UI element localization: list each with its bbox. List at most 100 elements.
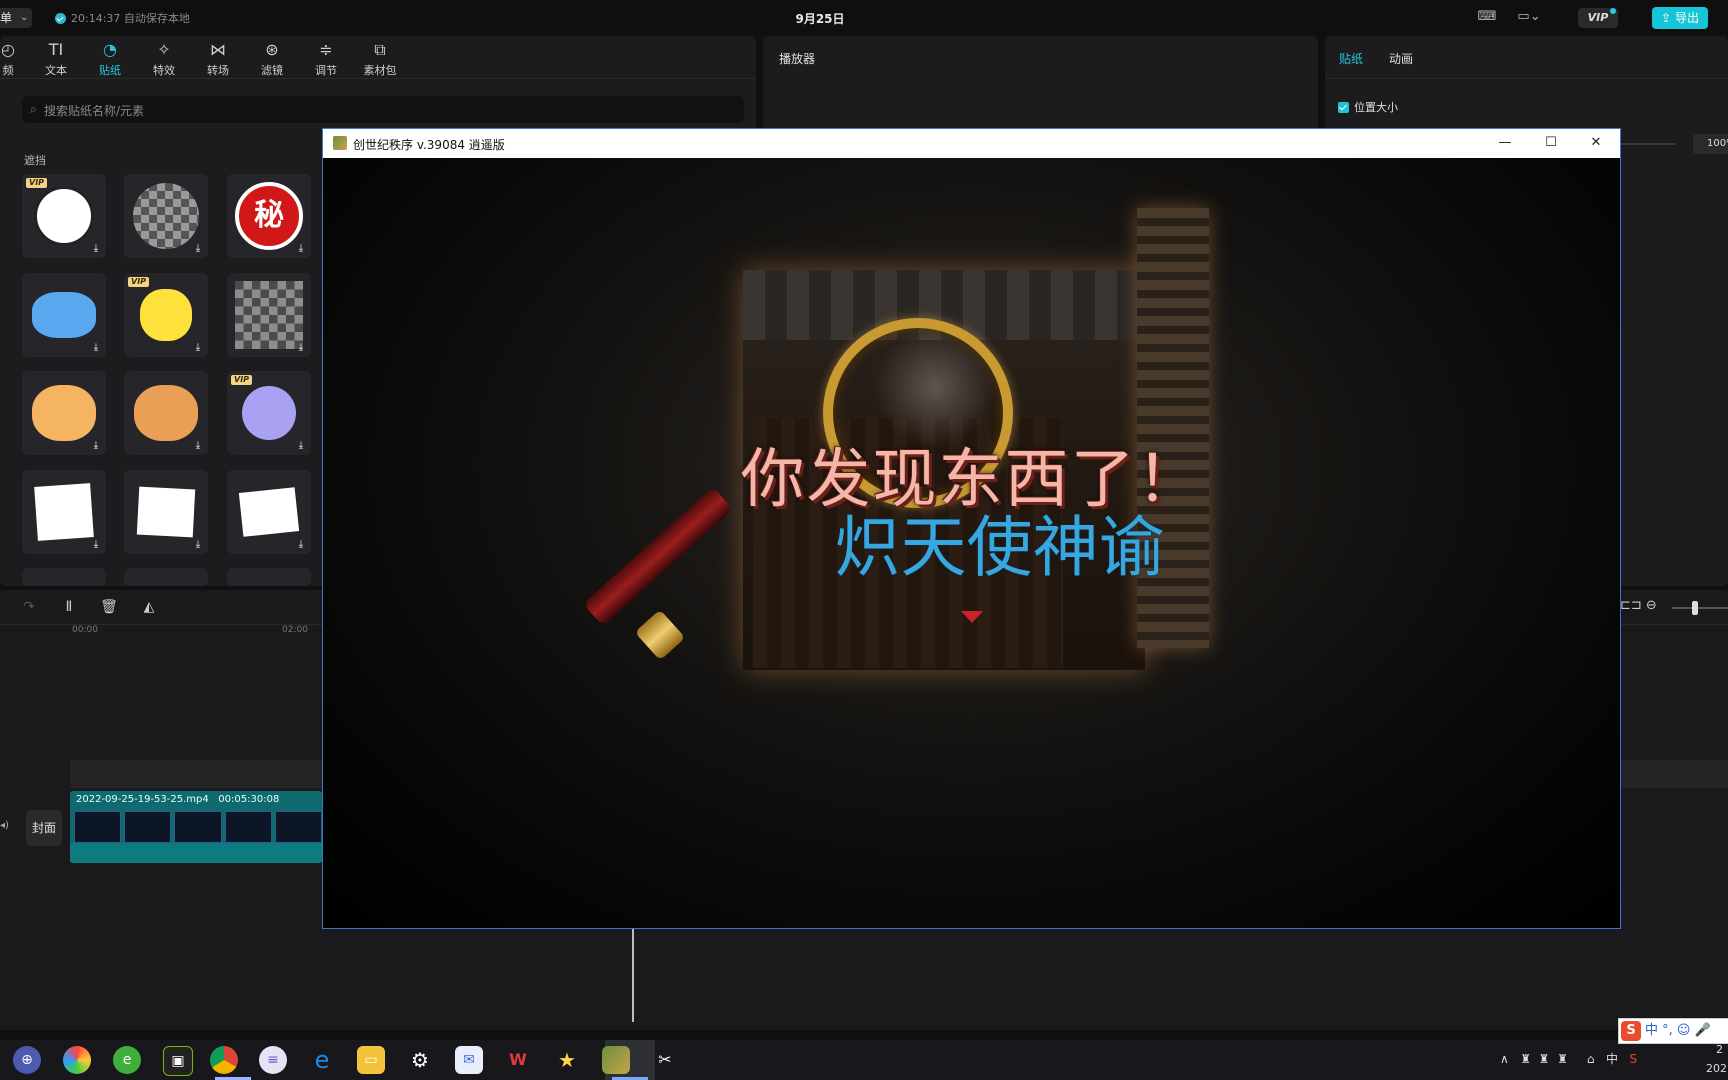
tab-animation[interactable]: 动画 xyxy=(1389,50,1413,67)
zoom-slider-knob[interactable] xyxy=(1692,601,1698,615)
settings-icon[interactable]: ⚙ xyxy=(406,1046,434,1074)
app-blue-icon[interactable]: ⊕ xyxy=(13,1046,41,1074)
sticker-search-input[interactable]: ⌕ 搜索贴纸名称/元素 xyxy=(22,96,744,123)
wps-icon[interactable]: W xyxy=(504,1046,532,1074)
playhead[interactable] xyxy=(632,928,634,1022)
tool-text[interactable]: TI 文本 xyxy=(34,40,78,78)
download-icon[interactable]: ⤓ xyxy=(193,441,203,451)
photos-icon[interactable] xyxy=(63,1046,91,1074)
check-circle-icon xyxy=(55,13,66,24)
vip-badge[interactable]: VIP xyxy=(1578,8,1618,28)
notes-icon[interactable]: ≡ xyxy=(259,1046,287,1074)
download-icon[interactable]: ⤓ xyxy=(296,540,306,550)
download-icon[interactable]: ⤓ xyxy=(91,343,101,353)
speaker-icon[interactable]: ◂) xyxy=(0,820,9,831)
file-explorer-icon[interactable]: ▭ xyxy=(357,1046,385,1074)
download-icon[interactable]: ⤓ xyxy=(91,441,101,451)
adjust-icon: ≑ xyxy=(319,40,333,59)
mosaic-circle-sticker xyxy=(133,183,199,249)
star-game-icon[interactable]: ★ xyxy=(553,1046,581,1074)
capcut-icon[interactable]: ✂ xyxy=(651,1046,679,1074)
download-icon[interactable]: ⤓ xyxy=(91,540,101,550)
tool-material-pack[interactable]: ⧉ 素材包 xyxy=(358,40,402,78)
download-icon[interactable]: ⤓ xyxy=(296,343,306,353)
sticker-tile[interactable] xyxy=(124,568,208,586)
split-icon[interactable]: Ⅱ xyxy=(60,598,78,616)
menu-button[interactable]: 单 ⌄ xyxy=(0,8,32,28)
tool-transition[interactable]: ⋈ 转场 xyxy=(196,40,240,78)
tool-effects[interactable]: ✧ 特效 xyxy=(142,40,186,78)
category-label: 遮挡 xyxy=(24,154,46,167)
found-item-name: 炽天使神谕 xyxy=(834,509,1165,586)
redo-icon[interactable]: ↷ xyxy=(20,598,38,616)
sticker-tile[interactable]: VIP ⤓ xyxy=(22,174,106,258)
snap-icon[interactable]: ⊏⊐ ⊖ xyxy=(1620,598,1657,613)
chrome-icon[interactable] xyxy=(210,1046,238,1074)
sticker-tile[interactable]: VIP ⤓ xyxy=(124,273,208,357)
download-icon[interactable]: ⤓ xyxy=(296,441,306,451)
game-icon[interactable] xyxy=(602,1046,630,1074)
game-scene[interactable]: 你发现东西了！ 炽天使神谕 xyxy=(323,158,1620,928)
sticker-tile[interactable]: VIP ⤓ xyxy=(227,371,311,455)
tool-filter[interactable]: ⊛ 滤镜 xyxy=(250,40,294,78)
tray-app-icon[interactable]: ♜ xyxy=(1520,1052,1531,1066)
sticker-tile[interactable] xyxy=(227,568,311,586)
mail-icon[interactable]: ✉ xyxy=(455,1046,483,1074)
download-icon[interactable]: ⤓ xyxy=(296,244,306,254)
maximize-button[interactable]: ☐ xyxy=(1531,132,1571,154)
tool-label: 频 xyxy=(2,64,14,77)
position-size-toggle[interactable]: 位置大小 xyxy=(1338,99,1398,115)
timeline-zoom-slider[interactable] xyxy=(1672,607,1728,609)
tray-language[interactable]: 中 xyxy=(1606,1052,1618,1066)
system-tray[interactable]: ∧ ♜ ♜ ♜ ⌂ 中 S xyxy=(1500,1050,1637,1067)
cover-button[interactable]: 封面 xyxy=(26,810,62,846)
sticker-tile[interactable]: ⤓ xyxy=(124,174,208,258)
tray-app-icon[interactable]: ♜ xyxy=(1539,1052,1550,1066)
clock-date[interactable]: 202 xyxy=(1706,1062,1727,1075)
chevron-up-icon[interactable]: ∧ xyxy=(1500,1052,1509,1066)
download-icon[interactable]: ⤓ xyxy=(193,244,203,254)
scale-value-input[interactable]: 100% xyxy=(1693,134,1728,154)
ime-toolbar[interactable]: S中 °, ☺ 🎤 xyxy=(1618,1018,1728,1044)
search-placeholder: 搜索贴纸名称/元素 xyxy=(44,104,145,118)
tray-app-icon[interactable]: ♜ xyxy=(1557,1052,1568,1066)
sticker-tile[interactable] xyxy=(22,568,106,586)
tool-sticker[interactable]: ◔ 贴纸 xyxy=(88,40,132,78)
clock-time[interactable]: 2 xyxy=(1716,1043,1723,1056)
video-clip[interactable]: 2022-09-25-19-53-25.mp4 00:05:30:08 xyxy=(70,791,322,863)
network-icon[interactable]: ⌂ xyxy=(1587,1052,1595,1066)
continue-arrow-icon[interactable] xyxy=(961,611,983,623)
sticker-tile[interactable]: ⤓ xyxy=(22,273,106,357)
layout-icon[interactable]: ▭⌄ xyxy=(1514,9,1544,25)
export-button[interactable]: ⇪ 导出 xyxy=(1652,7,1708,29)
tool-adjust[interactable]: ≑ 调节 xyxy=(304,40,348,78)
vip-tag: VIP xyxy=(26,178,48,188)
download-icon[interactable]: ⤓ xyxy=(91,244,101,254)
sticker-tile[interactable]: 秘 ⤓ xyxy=(227,174,311,258)
tab-sticker[interactable]: 贴纸 xyxy=(1339,50,1363,67)
nvidia-icon[interactable]: ▣ xyxy=(163,1046,193,1076)
delete-icon[interactable]: 🗑 xyxy=(100,598,118,616)
game-window[interactable]: 创世纪秩序 v.39084 逍遥版 — ☐ ✕ 你发现东西了！ 炽天使神谕 xyxy=(322,128,1621,929)
autosave-text: 20:14:37 自动保存本地 xyxy=(71,12,190,25)
ruler-tick: 00:00 xyxy=(72,625,98,635)
minimize-button[interactable]: — xyxy=(1485,132,1525,154)
keyboard-icon[interactable]: ⌨ xyxy=(1477,9,1497,25)
sticker-tile[interactable]: ⤓ xyxy=(124,371,208,455)
sticker-tile[interactable]: ⤓ xyxy=(227,470,311,554)
close-button[interactable]: ✕ xyxy=(1576,132,1616,154)
360-browser-icon[interactable]: e xyxy=(113,1046,141,1074)
mirror-icon[interactable]: ◭ xyxy=(140,598,158,616)
player-label: 播放器 xyxy=(779,52,816,66)
sticker-tile[interactable]: ⤓ xyxy=(22,470,106,554)
download-icon[interactable]: ⤓ xyxy=(193,540,203,550)
download-icon[interactable]: ⤓ xyxy=(193,343,203,353)
sticker-tile[interactable]: ⤓ xyxy=(22,371,106,455)
sogou-tray-icon[interactable]: S xyxy=(1629,1052,1637,1066)
edge-icon[interactable]: e xyxy=(308,1046,336,1074)
tool-audio[interactable]: ◴ 频 xyxy=(0,40,30,78)
sticker-tile[interactable]: ⤓ xyxy=(124,470,208,554)
window-title-bar[interactable]: 创世纪秩序 v.39084 逍遥版 — ☐ ✕ xyxy=(323,129,1620,158)
sticker-tile[interactable]: ⤓ xyxy=(227,273,311,357)
search-icon: ⌕ xyxy=(30,102,37,116)
